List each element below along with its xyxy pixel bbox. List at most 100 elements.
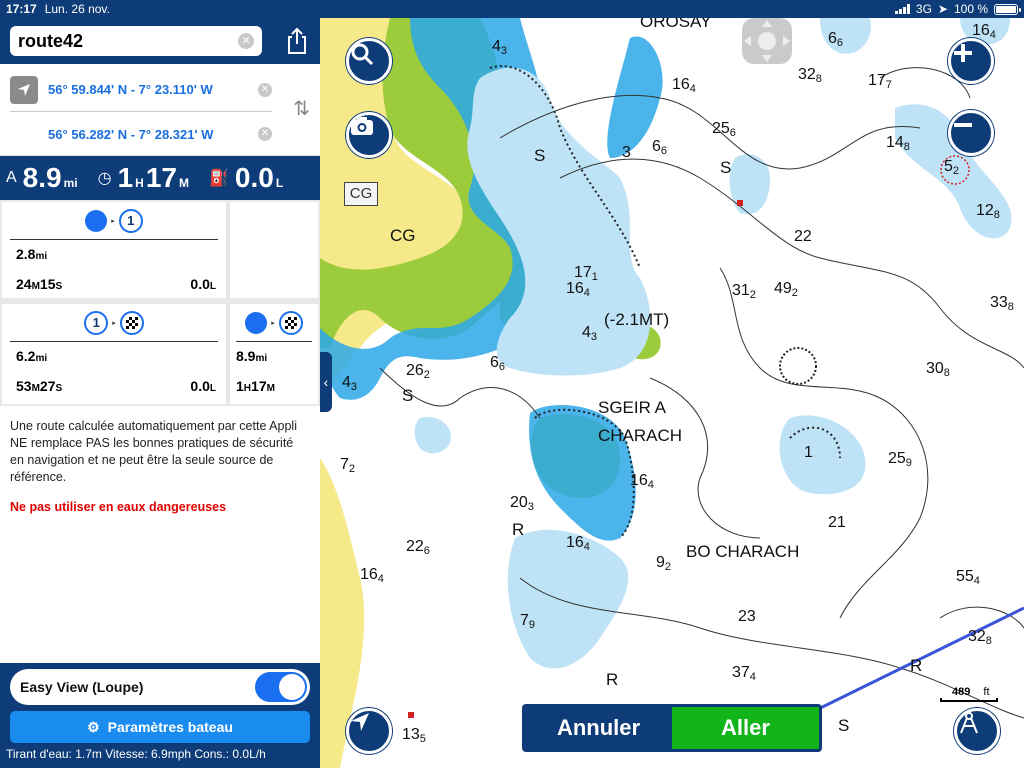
depth-sounding: 308 <box>926 360 950 379</box>
plus-icon <box>954 44 972 62</box>
go-button[interactable]: Aller <box>672 707 819 749</box>
leg-2-fuel: 0.0L <box>190 378 216 394</box>
depth-sounding: 164 <box>630 472 654 491</box>
depth-sounding: 256 <box>712 120 736 139</box>
depth-sounding: 148 <box>886 134 910 153</box>
clear-route-name-icon[interactable]: ✕ <box>238 33 254 49</box>
nautical-chart[interactable]: 43 164 328 177 256 66 3 148 52 128 22 1 7… <box>320 18 1024 768</box>
place-name-charach: CHARACH <box>598 426 683 445</box>
cancel-button[interactable]: Annuler <box>525 707 672 749</box>
total-distance: A 8.9 mi <box>6 162 78 194</box>
route-name-input[interactable] <box>18 30 218 52</box>
compass-icon: A <box>6 169 17 186</box>
boat-parameters-summary: Tirant d'eau: 1.7m Vitesse: 6.9mph Cons.… <box>6 747 266 761</box>
swap-endpoints-icon[interactable]: ⇅ <box>293 96 310 121</box>
coast-guard-marker[interactable]: CG <box>344 182 378 206</box>
end-point-row[interactable]: 56° 56.282' N - 7° 28.321' W ✕ <box>10 112 272 156</box>
depth-sounding: 338 <box>990 294 1014 313</box>
depth-sounding: 328 <box>968 628 992 647</box>
depth-sounding: 66 <box>828 30 844 49</box>
scale-value: 489 <box>952 686 971 698</box>
pan-joystick[interactable] <box>738 18 796 64</box>
leg-2-header: 1 ▸ <box>10 304 218 342</box>
route-legs: ▸ 1 2.8mi 24M15S 0.0L 1 ▸ 6.2mi 53M27S 0… <box>0 200 320 406</box>
collapse-panel-tab[interactable]: ‹ <box>320 352 332 412</box>
depth-sounding: 259 <box>888 450 912 469</box>
search-button[interactable] <box>346 38 392 84</box>
leg-1-time: 24M15S <box>16 276 63 292</box>
seabed-rock-label: S <box>720 158 732 177</box>
seabed-rock-label: S <box>402 386 414 405</box>
battery-percent: 100 % <box>953 2 988 16</box>
network-type: 3G <box>915 2 932 16</box>
status-right: 3G ➤ 100 % <box>894 2 1021 16</box>
leg-card-2[interactable]: 1 ▸ 6.2mi 53M27S 0.0L <box>2 304 226 404</box>
route-action-bar: Annuler Aller <box>522 704 822 752</box>
leg-2-time: 53M27S <box>16 378 63 394</box>
location-arrow-icon: ➤ <box>937 2 948 16</box>
depth-sounding: 164 <box>360 566 384 585</box>
depth-sounding: 164 <box>566 534 590 553</box>
zoom-in-button[interactable] <box>948 38 994 84</box>
finish-flag-icon <box>278 310 303 335</box>
clear-end-icon[interactable]: ✕ <box>258 127 272 141</box>
total-minutes-unit: M <box>179 176 189 190</box>
depth-sounding: 52 <box>944 158 960 177</box>
leg-total-distance: 8.9mi <box>236 348 268 364</box>
depth-sounding: 492 <box>774 280 798 299</box>
zoom-out-button[interactable] <box>948 110 994 156</box>
route-panel: ✕ 56° 59.844' N - 7° 23.110' W ✕ 56° 56.… <box>0 18 320 768</box>
camera-button[interactable] <box>346 112 392 158</box>
depth-sounding: 43 <box>492 38 508 57</box>
navigation-arrow-icon <box>351 713 369 731</box>
clear-start-icon[interactable]: ✕ <box>258 82 272 97</box>
waypoint-1-icon: 1 <box>118 208 143 233</box>
leg-1-header: ▸ 1 <box>10 202 218 240</box>
total-hours-unit: H <box>135 176 144 190</box>
start-point-row[interactable]: 56° 59.844' N - 7° 23.110' W ✕ <box>10 68 272 112</box>
place-name-height: (-2.1MT) <box>604 310 670 329</box>
seabed-rock-label: R <box>512 520 525 539</box>
locate-me-button[interactable] <box>346 708 392 754</box>
route-summary: A 8.9 mi ◷ 1 H 17 M ⛽ 0.0 L <box>0 156 320 200</box>
arrow-right-icon: ▸ <box>111 217 115 225</box>
seabed-rock-label: S <box>838 716 850 735</box>
seabed-rock-label: R <box>910 656 923 675</box>
place-name-bo-charach: BO CHARACH <box>686 542 800 561</box>
signal-icon <box>894 4 910 14</box>
total-distance-value: 8.9 <box>22 162 62 193</box>
leg-card-1[interactable]: ▸ 1 2.8mi 24M15S 0.0L <box>2 202 226 298</box>
total-time: ◷ 1 H 17 M <box>98 162 189 194</box>
leg-2-distance: 6.2mi <box>16 348 48 364</box>
leg-total-header: ▸ <box>236 304 312 342</box>
minus-icon <box>954 123 972 127</box>
compass-mode-button[interactable] <box>954 708 1000 754</box>
depth-sounding: 66 <box>490 354 506 373</box>
depth-sounding: 203 <box>510 494 534 513</box>
share-button[interactable] <box>284 26 310 56</box>
total-fuel: ⛽ 0.0 L <box>209 162 283 194</box>
route-name-box[interactable]: ✕ <box>10 26 262 56</box>
finish-flag-icon <box>119 310 144 335</box>
depth-sounding: 262 <box>406 362 430 381</box>
depth-sounding: 328 <box>798 66 822 85</box>
boat-settings-button[interactable]: ⚙ Paramètres bateau <box>10 711 310 743</box>
depth-sounding: 92 <box>656 554 672 573</box>
place-name-cg: CG <box>390 226 416 245</box>
waypoint-1-icon: 1 <box>84 310 109 335</box>
total-distance-unit: mi <box>63 176 78 190</box>
depth-sounding: 1 <box>804 444 813 461</box>
easy-view-toggle[interactable] <box>255 672 307 702</box>
depth-sounding: 43 <box>342 374 358 393</box>
compass-icon <box>960 712 978 734</box>
map-scale: 489 ft <box>940 686 1000 702</box>
place-name-orosay: OROSAY <box>640 18 712 31</box>
battery-icon <box>994 3 1021 15</box>
arrow-right-icon: ▸ <box>112 319 116 327</box>
depth-sounding: 128 <box>976 202 1000 221</box>
fuel-icon: ⛽ <box>209 170 229 187</box>
leg-card-total[interactable]: ▸ 8.9mi 1H17M <box>230 304 318 404</box>
seabed-rock-label: S <box>534 146 546 165</box>
depth-sounding: 3 <box>622 144 631 161</box>
panel-footer: Easy View (Loupe) ⚙ Paramètres bateau Ti… <box>0 663 320 768</box>
